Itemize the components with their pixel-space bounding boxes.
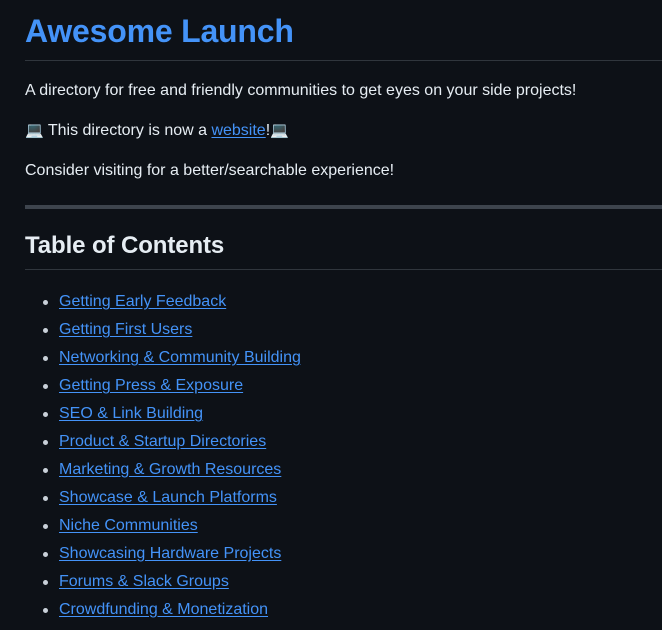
list-item: Getting Early Feedback (43, 288, 662, 316)
list-item: Niche Communities (43, 512, 662, 540)
toc-link-getting-early-feedback[interactable]: Getting Early Feedback (59, 293, 226, 310)
list-item: Product & Startup Directories (43, 428, 662, 456)
toc-link-crowdfunding-monetization[interactable]: Crowdfunding & Monetization (59, 601, 268, 618)
website-notice-paragraph: 💻 This directory is now a website!💻 (25, 103, 662, 143)
list-item: Marketing & Growth Resources (43, 456, 662, 484)
laptop-icon-right: 💻 (270, 121, 289, 139)
intro-paragraph: A directory for free and friendly commun… (25, 82, 577, 99)
list-item: Crowdfunding & Monetization (43, 596, 662, 624)
table-of-contents-heading: Table of Contents (25, 209, 662, 270)
list-item: Showcasing Hardware Projects (43, 540, 662, 568)
page-title: Awesome Launch (25, 0, 662, 61)
toc-link-product-startup-directories[interactable]: Product & Startup Directories (59, 433, 266, 450)
toc-link-marketing-growth-resources[interactable]: Marketing & Growth Resources (59, 461, 281, 478)
toc-link-showcasing-hardware-projects[interactable]: Showcasing Hardware Projects (59, 545, 281, 562)
toc-link-networking-community-building[interactable]: Networking & Community Building (59, 349, 301, 366)
website-notice-text-before: This directory is now a (43, 122, 212, 139)
list-item: Networking & Community Building (43, 344, 662, 372)
toc-link-seo-link-building[interactable]: SEO & Link Building (59, 405, 203, 422)
list-item: Getting First Users (43, 316, 662, 344)
table-of-contents-list: Getting Early Feedback Getting First Use… (25, 270, 662, 624)
toc-link-showcase-launch-platforms[interactable]: Showcase & Launch Platforms (59, 489, 277, 506)
toc-link-niche-communities[interactable]: Niche Communities (59, 517, 198, 534)
toc-link-getting-press-exposure[interactable]: Getting Press & Exposure (59, 377, 243, 394)
website-link[interactable]: website (211, 122, 265, 139)
toc-link-forums-slack-groups[interactable]: Forums & Slack Groups (59, 573, 229, 590)
readme-content: Awesome Launch A directory for free and … (0, 0, 662, 624)
list-item: SEO & Link Building (43, 400, 662, 428)
toc-link-getting-first-users[interactable]: Getting First Users (59, 321, 192, 338)
list-item: Getting Press & Exposure (43, 372, 662, 400)
closing-paragraph: Consider visiting for a better/searchabl… (25, 162, 395, 179)
list-item: Forums & Slack Groups (43, 568, 662, 596)
list-item: Showcase & Launch Platforms (43, 484, 662, 512)
laptop-icon-left: 💻 (25, 121, 44, 139)
